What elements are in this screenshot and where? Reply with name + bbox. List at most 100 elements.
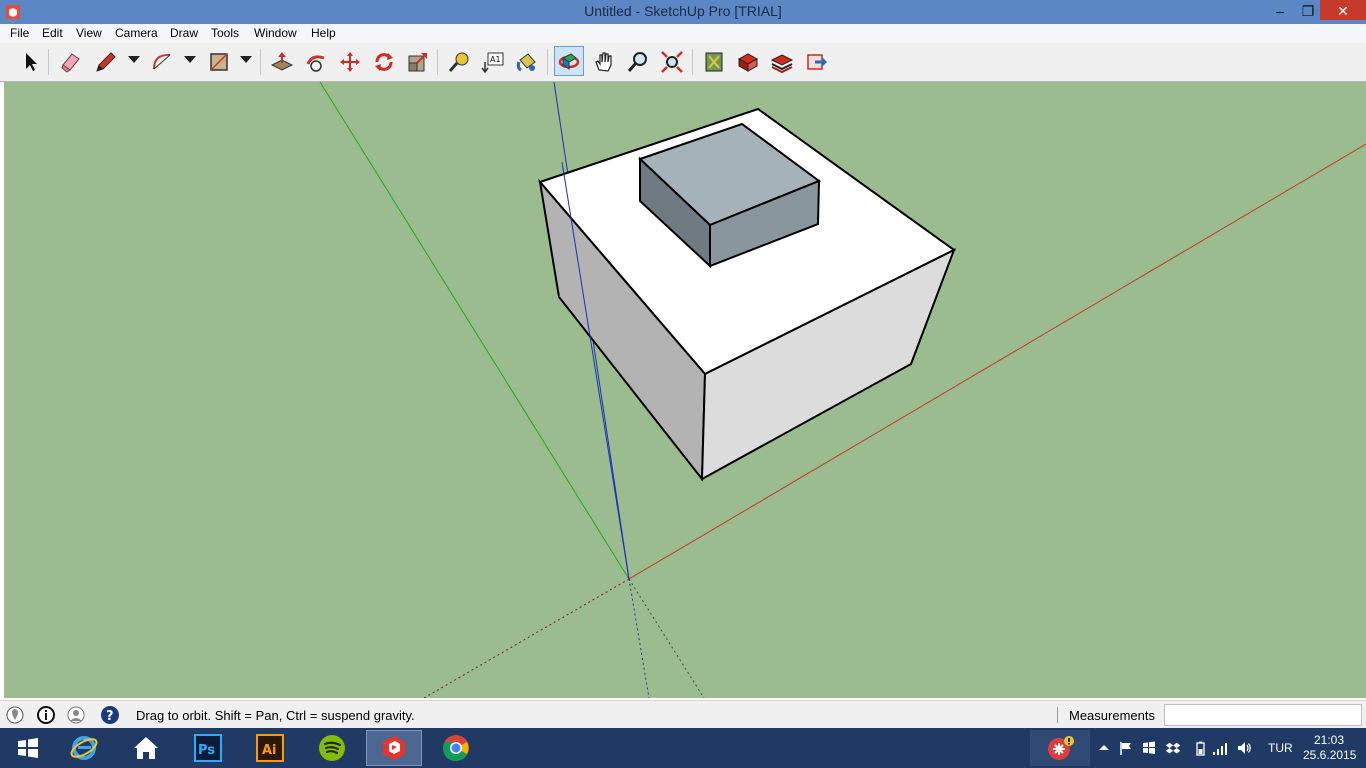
menu-tools[interactable]: Tools — [211, 26, 239, 40]
input-language[interactable]: TUR — [1268, 741, 1293, 755]
measurements-label: Measurements — [1069, 708, 1155, 723]
rotate-tool-button[interactable] — [370, 48, 398, 76]
toolbar: A1 — [0, 43, 1366, 82]
text-icon: A1 — [481, 52, 504, 74]
arc-tools-dropdown[interactable] — [184, 56, 196, 63]
zoom-tool-button[interactable] — [624, 48, 652, 76]
toolbar-separator — [547, 49, 548, 75]
send-to-layout-button[interactable] — [768, 48, 796, 76]
eraser-tool-button[interactable] — [57, 48, 85, 76]
dropbox-icon[interactable] — [1165, 740, 1181, 756]
menu-draw[interactable]: Draw — [170, 26, 198, 40]
paint-bucket-icon — [516, 53, 536, 72]
taskbar-illustrator[interactable]: Ai — [242, 730, 298, 766]
close-button[interactable]: ✕ — [1320, 0, 1366, 20]
tray-notification-app[interactable] — [1030, 730, 1090, 766]
battery-icon[interactable] — [1192, 740, 1208, 756]
internet-explorer-icon — [70, 736, 98, 760]
orbit-tool-button[interactable] — [554, 46, 584, 76]
title-bar: Untitled - SketchUp Pro [TRIAL] – ❐ ✕ — [0, 0, 1366, 24]
taskbar-chrome[interactable] — [428, 730, 484, 766]
taskbar-sketchup[interactable] — [366, 730, 422, 766]
minimize-button[interactable]: – — [1266, 0, 1294, 22]
scale-tool-button[interactable] — [404, 48, 432, 76]
green-axis-negative — [628, 578, 705, 698]
menu-file[interactable]: File — [10, 26, 29, 40]
measurements-input[interactable] — [1164, 704, 1362, 726]
blue-axis-negative — [628, 578, 650, 698]
orbit-icon — [558, 53, 580, 70]
menu-camera[interactable]: Camera — [115, 26, 158, 40]
warehouse-icon — [705, 52, 723, 72]
status-bar: ? Drag to orbit. Shift = Pan, Ctrl = sus… — [0, 700, 1366, 729]
instructor-help-icon[interactable]: ? — [100, 705, 120, 725]
sign-in-user-icon[interactable] — [66, 705, 86, 725]
menu-edit[interactable]: Edit — [42, 26, 63, 40]
warehouse-button[interactable] — [700, 48, 728, 76]
antivirus-tray-icon — [1048, 736, 1074, 760]
extension-warehouse-icon — [737, 53, 759, 72]
maximize-button[interactable]: ❐ — [1294, 0, 1322, 22]
push-pull-tool-button[interactable] — [268, 48, 296, 76]
pan-icon — [595, 52, 612, 72]
toolbar-separator — [48, 49, 49, 75]
zoom-extents-tool-button[interactable] — [658, 48, 686, 76]
menu-view[interactable]: View — [76, 26, 102, 40]
windows-tray-icon[interactable] — [1141, 740, 1157, 756]
volume-icon[interactable] — [1236, 740, 1252, 756]
clock-date: 25.6.2015 — [1303, 748, 1357, 762]
toolbar-separator — [260, 49, 261, 75]
follow-me-tool-button[interactable] — [302, 48, 330, 76]
menu-bar: File Edit View Camera Draw Tools Window … — [0, 24, 1366, 43]
spotify-icon — [319, 735, 345, 761]
move-tool-button[interactable] — [336, 48, 364, 76]
line-tool-button[interactable] — [92, 48, 120, 76]
taskbar-file-explorer[interactable] — [118, 730, 174, 766]
windows-start-icon — [18, 738, 38, 758]
scale-icon — [408, 53, 427, 72]
menu-help[interactable]: Help — [311, 26, 336, 40]
show-hidden-icons-chevron-icon[interactable] — [1096, 740, 1112, 756]
push-pull-icon — [270, 52, 294, 71]
line-tools-dropdown[interactable] — [128, 56, 140, 63]
red-axis-negative — [423, 578, 630, 698]
status-hint-text: Drag to orbit. Shift = Pan, Ctrl = suspe… — [136, 708, 415, 723]
chrome-icon — [443, 735, 469, 762]
select-tool-button[interactable] — [16, 48, 44, 76]
share-model-icon — [807, 54, 827, 70]
credits-info-icon[interactable] — [36, 705, 56, 725]
taskbar-spotify[interactable] — [304, 730, 360, 766]
windows-taskbar: Ps Ai TUR 21:03 25.6.2015 — [0, 728, 1366, 768]
shape-tools-dropdown[interactable] — [240, 56, 252, 63]
toolbar-separator — [437, 49, 438, 75]
text-tool-button[interactable]: A1 — [479, 48, 507, 76]
share-model-button[interactable] — [803, 48, 831, 76]
pencil-line-icon — [96, 52, 116, 72]
rectangle-tool-button[interactable] — [205, 48, 233, 76]
extension-warehouse-button[interactable] — [734, 48, 762, 76]
menu-window[interactable]: Window — [254, 26, 297, 40]
taskbar-clock[interactable]: 21:03 25.6.2015 — [1303, 733, 1357, 763]
status-divider — [1057, 707, 1058, 723]
arc-tool-button[interactable] — [148, 48, 176, 76]
svg-text:A1: A1 — [490, 55, 501, 64]
paint-bucket-tool-button[interactable] — [513, 48, 541, 76]
rotate-icon — [375, 53, 393, 71]
svg-text:Ps: Ps — [198, 743, 215, 758]
move-icon — [340, 52, 360, 72]
action-center-flag-icon[interactable] — [1118, 740, 1134, 756]
signal-strength-icon[interactable] — [1212, 740, 1228, 756]
select-icon — [26, 53, 37, 71]
modeling-viewport[interactable] — [4, 82, 1366, 698]
taskbar-photoshop[interactable]: Ps — [180, 730, 236, 766]
tape-measure-tool-button[interactable] — [445, 48, 473, 76]
send-to-layout-icon — [770, 54, 794, 74]
pan-tool-button[interactable] — [590, 48, 618, 76]
svg-text:?: ? — [106, 709, 114, 724]
window-title: Untitled - SketchUp Pro [TRIAL] — [584, 3, 782, 19]
scene-canvas[interactable] — [4, 82, 1366, 698]
geo-location-icon[interactable] — [5, 705, 25, 725]
taskbar-internet-explorer[interactable] — [56, 730, 112, 766]
eraser-icon — [61, 53, 80, 73]
start-button[interactable] — [0, 730, 56, 766]
